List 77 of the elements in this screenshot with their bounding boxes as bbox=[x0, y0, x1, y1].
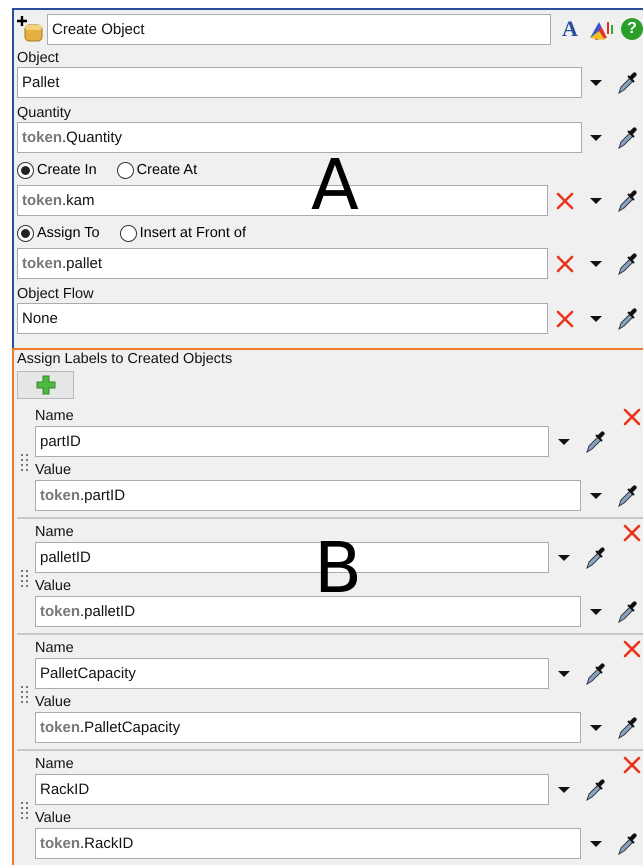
delete-icon[interactable] bbox=[554, 190, 575, 210]
drag-handle-icon[interactable] bbox=[21, 453, 29, 473]
name-label: Name bbox=[35, 756, 74, 772]
eyedropper-icon[interactable] bbox=[584, 776, 606, 802]
caret-icon[interactable] bbox=[589, 608, 604, 616]
eyedropper-icon[interactable] bbox=[616, 598, 638, 624]
drag-handle-icon[interactable] bbox=[21, 569, 29, 589]
name-field[interactable]: PalletCapacity bbox=[35, 658, 549, 689]
radio-button[interactable] bbox=[116, 162, 134, 178]
caret-icon[interactable] bbox=[589, 260, 604, 268]
radio-label: Create At bbox=[136, 162, 198, 178]
name-field[interactable]: partID bbox=[35, 426, 549, 457]
delete-icon[interactable] bbox=[554, 254, 575, 274]
caret-icon[interactable] bbox=[589, 134, 604, 142]
value-field[interactable]: token.palletID bbox=[35, 596, 582, 627]
radio-option[interactable]: Insert at Front of bbox=[120, 223, 246, 243]
radio-label: Create In bbox=[37, 162, 97, 178]
delete-icon[interactable] bbox=[622, 523, 642, 543]
create-object-icon bbox=[17, 15, 43, 43]
caret-icon[interactable] bbox=[589, 724, 604, 732]
radio-button[interactable] bbox=[17, 224, 34, 242]
eyedropper-icon[interactable] bbox=[616, 188, 638, 214]
eyedropper-icon[interactable] bbox=[616, 306, 638, 332]
eyedropper-icon[interactable] bbox=[616, 250, 638, 276]
plus-icon bbox=[34, 374, 56, 396]
eyedropper-icon[interactable] bbox=[616, 714, 638, 740]
name-field[interactable]: RackID bbox=[35, 774, 549, 805]
eyedropper-icon[interactable] bbox=[616, 482, 638, 508]
drag-handle-icon[interactable] bbox=[21, 801, 29, 821]
delete-icon[interactable] bbox=[622, 755, 642, 775]
delete-icon[interactable] bbox=[622, 407, 642, 427]
caret-icon[interactable] bbox=[589, 78, 604, 86]
value-label: Value bbox=[35, 578, 72, 594]
eyedropper-icon[interactable] bbox=[616, 70, 638, 96]
eyedropper-icon[interactable] bbox=[584, 544, 606, 570]
value-label: Value bbox=[35, 810, 72, 826]
field-label: Object bbox=[17, 50, 59, 66]
value-label: Value bbox=[35, 462, 72, 478]
caret-icon[interactable] bbox=[589, 492, 604, 500]
caret-icon[interactable] bbox=[557, 786, 571, 794]
radio-button[interactable] bbox=[120, 224, 137, 242]
eyedropper-icon[interactable] bbox=[584, 660, 606, 686]
add-button[interactable] bbox=[17, 371, 74, 399]
eyedropper-icon[interactable] bbox=[616, 830, 638, 856]
eyedropper-icon[interactable] bbox=[616, 124, 638, 150]
title-field[interactable]: Create Object bbox=[47, 14, 551, 44]
name-label: Name bbox=[35, 640, 74, 656]
caret-icon[interactable] bbox=[557, 670, 571, 678]
value-field[interactable]: token.Quantity bbox=[17, 122, 582, 153]
caret-icon[interactable] bbox=[557, 438, 571, 446]
radio-label: Insert at Front of bbox=[140, 225, 246, 241]
value-field[interactable]: token.RackID bbox=[35, 828, 582, 859]
radio-option[interactable]: Create In bbox=[17, 160, 97, 180]
field-label: Quantity bbox=[17, 105, 71, 121]
value-field[interactable]: token.partID bbox=[35, 480, 582, 511]
radio-option[interactable]: Create At bbox=[116, 160, 198, 180]
radio-button[interactable] bbox=[17, 162, 34, 178]
caret-icon[interactable] bbox=[557, 554, 571, 562]
font-button[interactable]: A bbox=[557, 16, 583, 42]
value-field[interactable]: token.pallet bbox=[17, 248, 548, 279]
radio-option[interactable]: Assign To bbox=[17, 223, 100, 243]
value-label: Value bbox=[35, 694, 72, 710]
radio-label: Assign To bbox=[37, 225, 100, 241]
caret-icon[interactable] bbox=[589, 314, 604, 322]
delete-icon[interactable] bbox=[622, 639, 642, 659]
caret-icon[interactable] bbox=[589, 840, 604, 848]
name-label: Name bbox=[35, 524, 74, 540]
value-field[interactable]: token.PalletCapacity bbox=[35, 712, 582, 743]
field-label: Object Flow bbox=[17, 286, 94, 302]
value-field[interactable]: None bbox=[17, 303, 548, 334]
value-field[interactable]: Pallet bbox=[17, 67, 582, 98]
section-title: Assign Labels to Created Objects bbox=[17, 351, 232, 367]
drag-handle-icon[interactable] bbox=[21, 685, 29, 705]
eyedropper-icon[interactable] bbox=[584, 428, 606, 454]
caret-icon[interactable] bbox=[589, 196, 604, 204]
name-label: Name bbox=[35, 408, 74, 424]
delete-icon[interactable] bbox=[554, 308, 575, 328]
